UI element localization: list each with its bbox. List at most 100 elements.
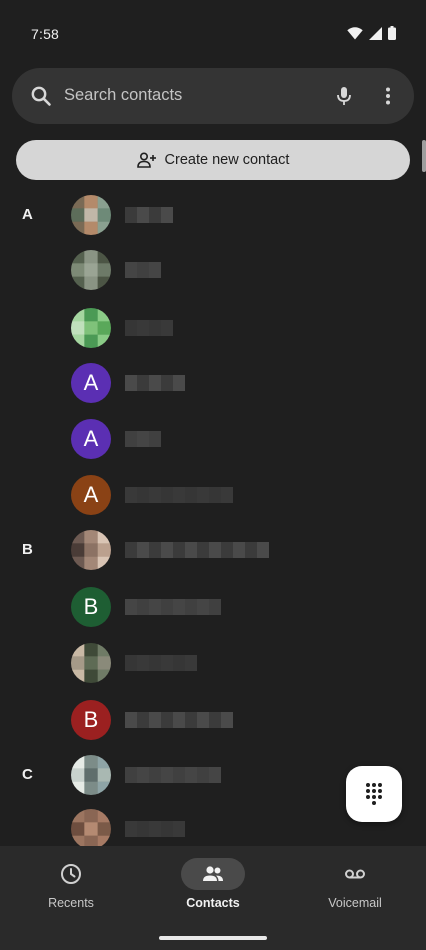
dialpad-button[interactable] bbox=[346, 766, 402, 822]
redaction-block bbox=[221, 542, 233, 558]
status-time: 7:58 bbox=[31, 26, 60, 42]
redaction-block bbox=[161, 542, 173, 558]
redaction-block bbox=[197, 542, 209, 558]
contact-row[interactable]: A bbox=[0, 411, 426, 467]
contact-name-redacted bbox=[125, 821, 185, 837]
contact-avatar bbox=[71, 195, 111, 235]
redaction-block bbox=[125, 375, 137, 391]
search-input[interactable]: Search contacts bbox=[64, 86, 182, 105]
avatar-photo-pixel bbox=[97, 221, 111, 235]
avatar-photo bbox=[71, 250, 111, 290]
redaction-block bbox=[173, 599, 185, 615]
avatar-photo-pixel bbox=[84, 263, 98, 277]
redaction-block bbox=[221, 712, 233, 728]
redaction-block bbox=[173, 821, 185, 837]
redaction-block bbox=[125, 821, 137, 837]
contact-name-redacted bbox=[125, 487, 233, 503]
avatar-photo-pixel bbox=[71, 768, 85, 782]
contact-avatar: B bbox=[71, 700, 111, 740]
avatar-photo-pixel bbox=[97, 195, 111, 209]
contact-name-redacted bbox=[125, 431, 161, 447]
redaction-block bbox=[125, 767, 137, 783]
nav-contacts[interactable]: Contacts bbox=[142, 858, 284, 910]
avatar-photo-pixel bbox=[71, 221, 85, 235]
redaction-block bbox=[137, 542, 149, 558]
cellular-signal-icon bbox=[369, 26, 382, 40]
create-new-contact-button[interactable]: Create new contact bbox=[16, 140, 410, 180]
microphone-icon[interactable] bbox=[332, 84, 356, 108]
avatar-photo-pixel bbox=[71, 250, 85, 264]
nav-recents[interactable]: Recents bbox=[0, 858, 142, 910]
search-bar[interactable]: Search contacts bbox=[12, 68, 414, 124]
avatar-photo-pixel bbox=[84, 221, 98, 235]
contact-name-redacted bbox=[125, 542, 269, 558]
contact-row[interactable] bbox=[0, 300, 426, 356]
redaction-block bbox=[161, 375, 173, 391]
contact-row[interactable] bbox=[0, 635, 426, 691]
redaction-block bbox=[149, 431, 161, 447]
contact-row[interactable]: B bbox=[0, 692, 426, 748]
avatar-initial: B bbox=[83, 707, 99, 732]
contact-row[interactable] bbox=[0, 242, 426, 298]
redaction-block bbox=[125, 320, 137, 336]
avatar-initial: A bbox=[83, 370, 99, 395]
contact-row[interactable]: A bbox=[0, 187, 426, 243]
avatar-photo-pixel bbox=[97, 809, 111, 823]
redaction-block bbox=[197, 712, 209, 728]
redaction-block bbox=[137, 431, 149, 447]
avatar-photo-pixel bbox=[97, 263, 111, 277]
avatar-photo-pixel bbox=[97, 250, 111, 264]
redaction-block bbox=[125, 207, 137, 223]
avatar-photo-pixel bbox=[84, 755, 98, 769]
redaction-block bbox=[173, 487, 185, 503]
redaction-block bbox=[185, 655, 197, 671]
avatar-photo-pixel bbox=[84, 208, 98, 222]
nav-recents-label: Recents bbox=[48, 896, 94, 910]
redaction-block bbox=[137, 655, 149, 671]
voicemail-icon bbox=[345, 869, 365, 879]
avatar-photo-pixel bbox=[97, 276, 111, 290]
redaction-block bbox=[257, 542, 269, 558]
avatar-photo-pixel bbox=[84, 334, 98, 348]
redaction-block bbox=[137, 599, 149, 615]
contact-row[interactable]: A bbox=[0, 467, 426, 523]
home-indicator[interactable] bbox=[159, 936, 267, 940]
contact-avatar bbox=[71, 308, 111, 348]
avatar-photo-pixel bbox=[71, 809, 85, 823]
contact-row[interactable]: B bbox=[0, 579, 426, 635]
avatar-photo-pixel bbox=[71, 276, 85, 290]
avatar-photo-pixel bbox=[71, 656, 85, 670]
avatar-photo-pixel bbox=[97, 768, 111, 782]
contact-avatar bbox=[71, 250, 111, 290]
person-add-icon bbox=[136, 152, 156, 168]
redaction-block bbox=[161, 207, 173, 223]
contact-avatar: A bbox=[71, 419, 111, 459]
avatar-photo-pixel bbox=[71, 669, 85, 683]
redaction-block bbox=[173, 375, 185, 391]
avatar-photo-pixel bbox=[97, 208, 111, 222]
scrollbar-thumb[interactable] bbox=[422, 140, 426, 172]
avatar-photo-pixel bbox=[84, 543, 98, 557]
avatar-photo bbox=[71, 195, 111, 235]
redaction-block bbox=[149, 542, 161, 558]
nav-voicemail[interactable]: Voicemail bbox=[284, 858, 426, 910]
search-icon[interactable] bbox=[29, 84, 53, 108]
bottom-navigation: Recents Contacts Voicemail bbox=[0, 846, 426, 950]
avatar-photo-pixel bbox=[84, 276, 98, 290]
redaction-block bbox=[185, 542, 197, 558]
avatar-photo-pixel bbox=[71, 334, 85, 348]
avatar-photo-pixel bbox=[97, 781, 111, 795]
redaction-block bbox=[173, 767, 185, 783]
contact-row[interactable]: A bbox=[0, 355, 426, 411]
contact-row[interactable]: B bbox=[0, 522, 426, 578]
redaction-block bbox=[137, 487, 149, 503]
redaction-block bbox=[209, 487, 221, 503]
section-header-letter: C bbox=[22, 766, 33, 783]
avatar-photo-pixel bbox=[97, 643, 111, 657]
redaction-block bbox=[149, 487, 161, 503]
more-vert-icon[interactable] bbox=[376, 84, 400, 108]
dialpad-icon bbox=[366, 783, 382, 805]
contact-name-redacted bbox=[125, 655, 197, 671]
contact-avatar: A bbox=[71, 475, 111, 515]
redaction-block bbox=[233, 542, 245, 558]
